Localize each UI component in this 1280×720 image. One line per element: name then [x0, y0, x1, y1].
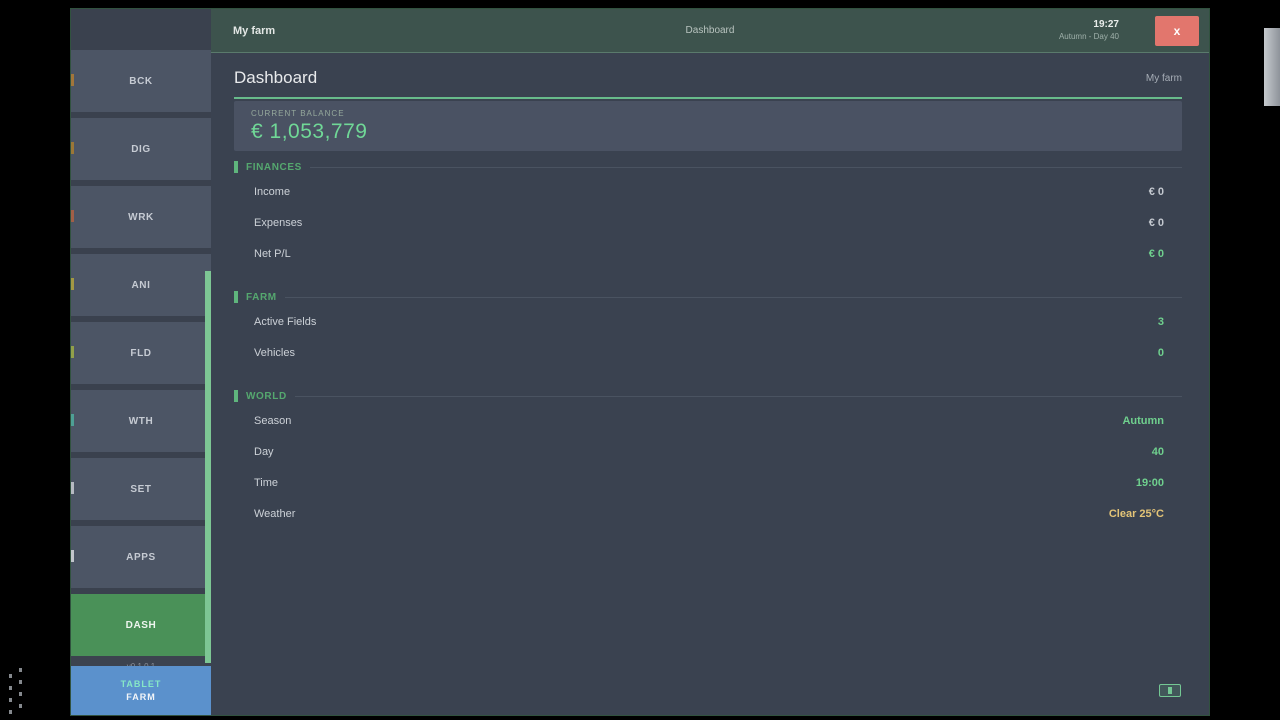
row-label: Season: [254, 415, 291, 427]
sidebar-item-label: BCK: [129, 76, 152, 87]
sidebar-item-wrk[interactable]: WRK: [71, 186, 211, 248]
battery-icon: [1159, 684, 1181, 697]
sidebar-footer: TABLET FARM: [71, 666, 211, 715]
section-rule: [285, 297, 1182, 298]
section-title: WORLD: [246, 391, 287, 402]
row-active-fields: Active Fields 3: [234, 306, 1182, 337]
row-label: Active Fields: [254, 316, 316, 328]
section-header: WORLD: [234, 390, 1182, 402]
ani-indicator-icon: [71, 278, 74, 290]
row-label: Expenses: [254, 217, 302, 229]
dig-indicator-icon: [71, 142, 74, 154]
section-rows: Season Autumn Day 40 Time 19:00 Weathe: [234, 405, 1182, 529]
page-farm-label: My farm: [1146, 73, 1182, 84]
date-text: Autumn - Day 40: [1059, 32, 1119, 42]
section-rows: Active Fields 3 Vehicles 0: [234, 306, 1182, 368]
sidebar-item-label: DIG: [131, 144, 151, 155]
section-rule: [310, 167, 1182, 168]
version-strip: v0.1.0.1: [71, 656, 211, 666]
topbar: My farm Dashboard 19:27 Autumn - Day 40 …: [211, 9, 1209, 53]
fld-indicator-icon: [71, 346, 74, 358]
brand-tablet-label: TABLET: [121, 679, 162, 689]
section-rows: Income € 0 Expenses € 0 Net P/L € 0: [234, 176, 1182, 269]
row-value: 3: [1158, 316, 1164, 328]
section-title: FARM: [246, 292, 277, 303]
sidebar-header-spacer: [71, 9, 211, 50]
main-column: My farm Dashboard 19:27 Autumn - Day 40 …: [211, 9, 1209, 715]
sidebar-item-set[interactable]: SET: [71, 458, 211, 520]
row-value: Clear 25°C: [1109, 508, 1164, 520]
sidebar-item-apps[interactable]: APPS: [71, 526, 211, 588]
section-rule: [295, 396, 1182, 397]
row-income: Income € 0: [234, 176, 1182, 207]
wth-indicator-icon: [71, 414, 74, 426]
sidebar-item-label: ANI: [131, 280, 150, 291]
sidebar-item-dash[interactable]: DASH: [71, 594, 211, 656]
row-label: Day: [254, 446, 274, 458]
bck-indicator-icon: [71, 74, 74, 86]
row-season: Season Autumn: [234, 405, 1182, 436]
clock-text: 19:27: [1059, 19, 1119, 32]
sidebar-item-label: WTH: [129, 416, 154, 427]
sidebar-item-label: FLD: [130, 348, 151, 359]
row-value: € 0: [1149, 217, 1164, 229]
sidebar: BCK DIG WRK ANI FLD WTH: [71, 9, 211, 715]
row-label: Time: [254, 477, 278, 489]
sidebar-item-label: DASH: [126, 620, 157, 631]
row-day: Day 40: [234, 436, 1182, 467]
brand-farm-label: FARM: [126, 692, 156, 702]
balance-card: CURRENT BALANCE € 1,053,779: [234, 101, 1182, 151]
world-dots-decoration: [6, 668, 28, 718]
sidebar-item-label: WRK: [128, 212, 154, 223]
topbar-clock-block: 19:27 Autumn - Day 40: [1059, 19, 1119, 42]
row-expenses: Expenses € 0: [234, 207, 1182, 238]
close-button[interactable]: x: [1155, 16, 1199, 46]
page-title: Dashboard: [234, 68, 317, 88]
row-value: 40: [1152, 446, 1164, 458]
wrk-indicator-icon: [71, 210, 74, 222]
section-farm: FARM Active Fields 3 Vehicles 0: [234, 291, 1182, 368]
sidebar-item-label: SET: [130, 484, 151, 495]
row-value: Autumn: [1122, 415, 1164, 427]
row-value: € 0: [1149, 248, 1164, 260]
row-label: Weather: [254, 508, 295, 520]
row-value: € 0: [1149, 186, 1164, 198]
apps-indicator-icon: [71, 550, 74, 562]
tablet-panel: BCK DIG WRK ANI FLD WTH: [70, 8, 1210, 716]
page-title-row: Dashboard My farm: [234, 59, 1182, 97]
section-world: WORLD Season Autumn Day 40 Tim: [234, 390, 1182, 529]
sidebar-item-ani[interactable]: ANI: [71, 254, 211, 316]
balance-label: CURRENT BALANCE: [251, 109, 1182, 118]
title-divider: [234, 97, 1182, 99]
row-value: 0: [1158, 347, 1164, 359]
sidebar-item-wth[interactable]: WTH: [71, 390, 211, 452]
balance-value: € 1,053,779: [251, 120, 1182, 144]
sidebar-item-dig[interactable]: DIG: [71, 118, 211, 180]
sidebar-item-fld[interactable]: FLD: [71, 322, 211, 384]
row-value: 19:00: [1136, 477, 1164, 489]
window-scrollbar-thumb[interactable]: [1264, 28, 1280, 106]
row-vehicles: Vehicles 0: [234, 337, 1182, 368]
dashboard-content: Dashboard My farm CURRENT BALANCE € 1,05…: [211, 53, 1209, 715]
section-accent-bar: [234, 390, 238, 402]
topbar-farm-name: My farm: [233, 25, 275, 37]
row-weather: Weather Clear 25°C: [234, 498, 1182, 529]
section-header: FINANCES: [234, 161, 1182, 173]
row-label: Vehicles: [254, 347, 295, 359]
section-accent-bar: [234, 161, 238, 173]
row-net-pl: Net P/L € 0: [234, 238, 1182, 269]
row-label: Income: [254, 186, 290, 198]
set-indicator-icon: [71, 482, 74, 494]
sidebar-item-bck[interactable]: BCK: [71, 50, 211, 112]
row-time: Time 19:00: [234, 467, 1182, 498]
section-header: FARM: [234, 291, 1182, 303]
game-screen: BCK DIG WRK ANI FLD WTH: [0, 0, 1280, 720]
row-label: Net P/L: [254, 248, 291, 260]
section-finances: FINANCES Income € 0 Expenses € 0: [234, 161, 1182, 269]
section-title: FINANCES: [246, 162, 302, 173]
sidebar-item-label: APPS: [126, 552, 156, 563]
section-accent-bar: [234, 291, 238, 303]
